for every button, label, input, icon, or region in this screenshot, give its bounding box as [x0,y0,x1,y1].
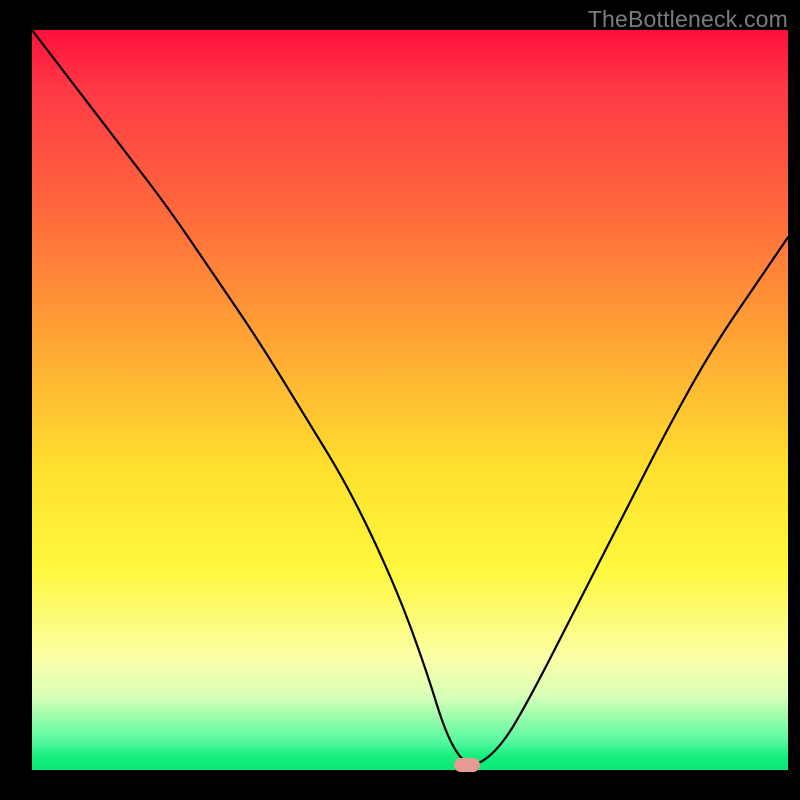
bottleneck-curve [32,30,788,770]
plot-area [32,30,788,770]
curve-path [32,30,788,764]
chart-frame: TheBottleneck.com [0,0,800,800]
watermark-text: TheBottleneck.com [588,6,788,33]
optimal-marker [454,758,480,772]
